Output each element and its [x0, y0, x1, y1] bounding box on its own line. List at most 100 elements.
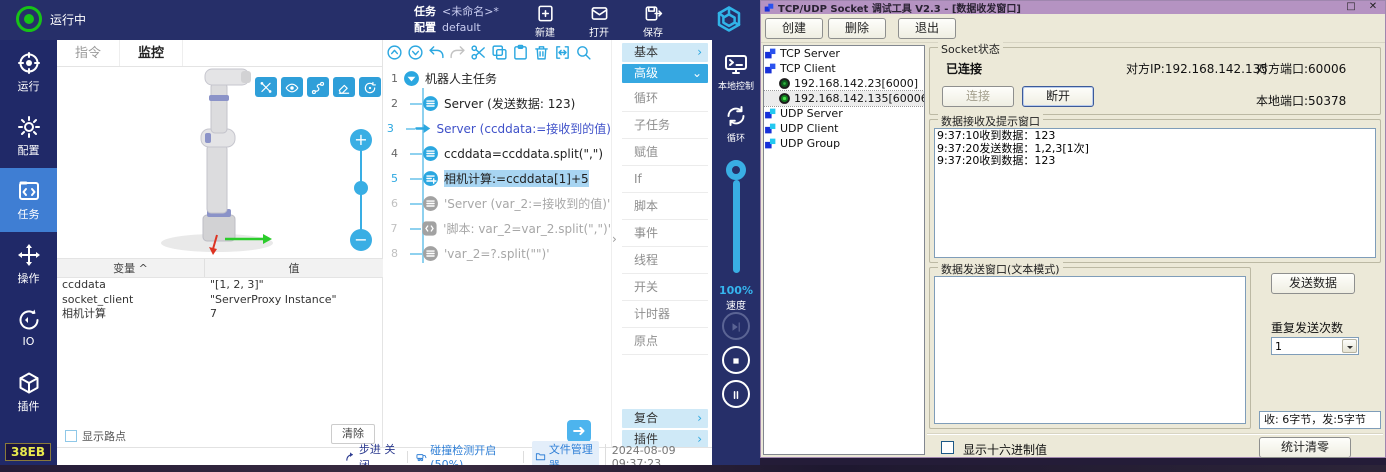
stop-button[interactable]: [722, 346, 750, 374]
cut-button[interactable]: [470, 44, 487, 61]
redo-button[interactable]: [449, 44, 466, 61]
connect-button[interactable]: 连接: [942, 86, 1014, 107]
close-button[interactable]: ✕: [1365, 1, 1381, 13]
sidebar-item-IO[interactable]: IO: [0, 296, 57, 360]
combo-dropdown-button[interactable]: [1342, 339, 1357, 353]
variable-row[interactable]: socket_client"ServerProxy Instance": [57, 293, 383, 308]
paste-button[interactable]: [512, 44, 529, 61]
palette-高级[interactable]: 高级⌄: [622, 64, 708, 83]
loop-button[interactable]: 循环: [712, 104, 760, 144]
app-topbar: 运行中 任务<未命名>* 配置default 新建打开保存: [0, 0, 760, 40]
socket-tree-node[interactable]: UDP Client: [764, 121, 924, 136]
palette-循环[interactable]: 循环: [622, 85, 708, 112]
save-button[interactable]: 保存: [626, 3, 680, 39]
view-tool-eraser-icon[interactable]: [333, 77, 355, 97]
socket-tree-node[interactable]: TCP Client: [764, 61, 924, 76]
zoom-out-button[interactable]: −: [350, 229, 372, 251]
search-button[interactable]: [575, 44, 592, 61]
view-tool-rotate-icon[interactable]: [359, 77, 381, 97]
show-waypoints-checkbox[interactable]: [65, 430, 77, 442]
task-tree-row[interactable]: 5相机计算:=ccddata[1]+5: [383, 166, 611, 191]
task-tree-row[interactable]: 3Server (ccddata:=接收到的值): [383, 116, 611, 141]
sidebar-item-运行[interactable]: 运行: [0, 40, 57, 104]
zoom-slider-knob[interactable]: [354, 181, 368, 195]
sidebar-item-操作[interactable]: 操作: [0, 232, 57, 296]
expand-all-button[interactable]: [407, 44, 424, 61]
local-control-button[interactable]: 本地控制: [712, 52, 760, 92]
tab-指令[interactable]: 指令: [57, 40, 120, 66]
column-variable[interactable]: 变量 ^: [57, 259, 205, 277]
line-number: 7: [383, 222, 398, 235]
palette-脚本[interactable]: 脚本: [622, 193, 708, 220]
disconnect-button[interactable]: 断开: [1022, 86, 1094, 107]
palette-赋值[interactable]: 赋值: [622, 139, 708, 166]
tab-监控[interactable]: 监控: [120, 40, 183, 66]
sidebar-item-插件[interactable]: 插件: [0, 360, 57, 424]
palette-原点[interactable]: 原点: [622, 328, 708, 355]
palette-collapse-handle[interactable]: ›: [612, 232, 617, 246]
create-button[interactable]: 创建: [765, 18, 823, 39]
maximize-button[interactable]: □: [1343, 1, 1359, 13]
view-tool-eye-icon[interactable]: [281, 77, 303, 97]
palette-复合[interactable]: 复合›: [622, 409, 708, 428]
view-tool-tools-icon[interactable]: [255, 77, 277, 97]
peer-ip: 对方IP:192.168.142.135: [1126, 60, 1268, 77]
socket-toolbar: 创建删除退出: [761, 14, 1385, 43]
variable-row[interactable]: 相机计算7: [57, 307, 383, 322]
exit-button[interactable]: 退出: [898, 18, 956, 39]
receive-log[interactable]: 9:37:10收到数据：1239:37:20发送数据：1,2,3[1次]9:37…: [934, 128, 1376, 258]
delete-button[interactable]: [533, 44, 550, 61]
sidebar-item-任务[interactable]: 任务: [0, 168, 57, 232]
task-tree-row[interactable]: 1机器人主任务: [383, 66, 611, 91]
palette-基本[interactable]: 基本›: [622, 43, 708, 62]
undo-button[interactable]: [428, 44, 445, 61]
socket-titlebar[interactable]: TCP/UDP Socket 调试工具 V2.3 - [数据收发窗口]: [761, 1, 1385, 14]
column-value[interactable]: 值: [205, 259, 383, 277]
task-tree-row[interactable]: 4ccddata=ccddata.split(","): [383, 141, 611, 166]
palette-开关[interactable]: 开关: [622, 274, 708, 301]
repeat-count-combo[interactable]: 1: [1271, 337, 1359, 355]
send-data-button[interactable]: 发送数据: [1271, 273, 1355, 294]
node-label: TCP Server: [780, 47, 840, 60]
socket-tree-node[interactable]: UDP Server: [764, 106, 924, 121]
variables-header[interactable]: 变量 ^ 值: [57, 258, 383, 278]
step-forward-button[interactable]: [722, 312, 750, 340]
delete-button[interactable]: 删除: [828, 18, 886, 39]
zoom-control: + −: [349, 129, 373, 251]
socket-tree-node[interactable]: 192.168.142.23[6000]: [764, 76, 924, 91]
socket-tree-node[interactable]: 192.168.142.135[60006]: [764, 91, 924, 106]
view-tool-path-icon[interactable]: [307, 77, 329, 97]
run-icon: [17, 51, 41, 75]
pause-button[interactable]: [722, 380, 750, 408]
task-tree-row[interactable]: 8'var_2=?.split("")': [383, 241, 611, 266]
locate-button[interactable]: [554, 44, 571, 61]
new-file-button[interactable]: 新建: [518, 3, 572, 39]
sidebar-item-配置[interactable]: 配置: [0, 104, 57, 168]
task-tree-row[interactable]: 7'脚本: var_2=var_2.split(",")': [383, 216, 611, 241]
speed-slider[interactable]: [712, 158, 760, 278]
socket-tree-node[interactable]: TCP Server: [764, 46, 924, 61]
socket-tree-node[interactable]: UDP Group: [764, 136, 924, 151]
collapse-all-button[interactable]: [386, 44, 403, 61]
udp-node-icon: [764, 137, 777, 150]
run-status: 运行中: [16, 6, 86, 32]
palette-子任务[interactable]: 子任务: [622, 112, 708, 139]
palette-计时器[interactable]: 计时器: [622, 301, 708, 328]
hex-checkbox[interactable]: [941, 441, 954, 454]
variable-row[interactable]: ccddata"[1, 2, 3]": [57, 278, 383, 293]
send-textarea[interactable]: [934, 276, 1246, 424]
speed-slider-track[interactable]: [733, 180, 740, 273]
open-button[interactable]: 打开: [572, 3, 626, 39]
copy-button[interactable]: [491, 44, 508, 61]
clear-stats-button[interactable]: 统计清零: [1259, 437, 1351, 458]
speed-slider-knob[interactable]: [726, 160, 746, 180]
palette-事件[interactable]: 事件: [622, 220, 708, 247]
palette-If[interactable]: If: [622, 166, 708, 193]
next-step-button[interactable]: ➜: [567, 420, 591, 442]
task-tree-row[interactable]: 2Server (发送数据: 123): [383, 91, 611, 116]
task-tree-row[interactable]: 6'Server (var_2:=接收到的值)': [383, 191, 611, 216]
palette-线程[interactable]: 线程: [622, 247, 708, 274]
robot-3d-view[interactable]: + −: [57, 67, 382, 257]
zoom-in-button[interactable]: +: [350, 129, 372, 151]
open-icon: [590, 4, 609, 23]
